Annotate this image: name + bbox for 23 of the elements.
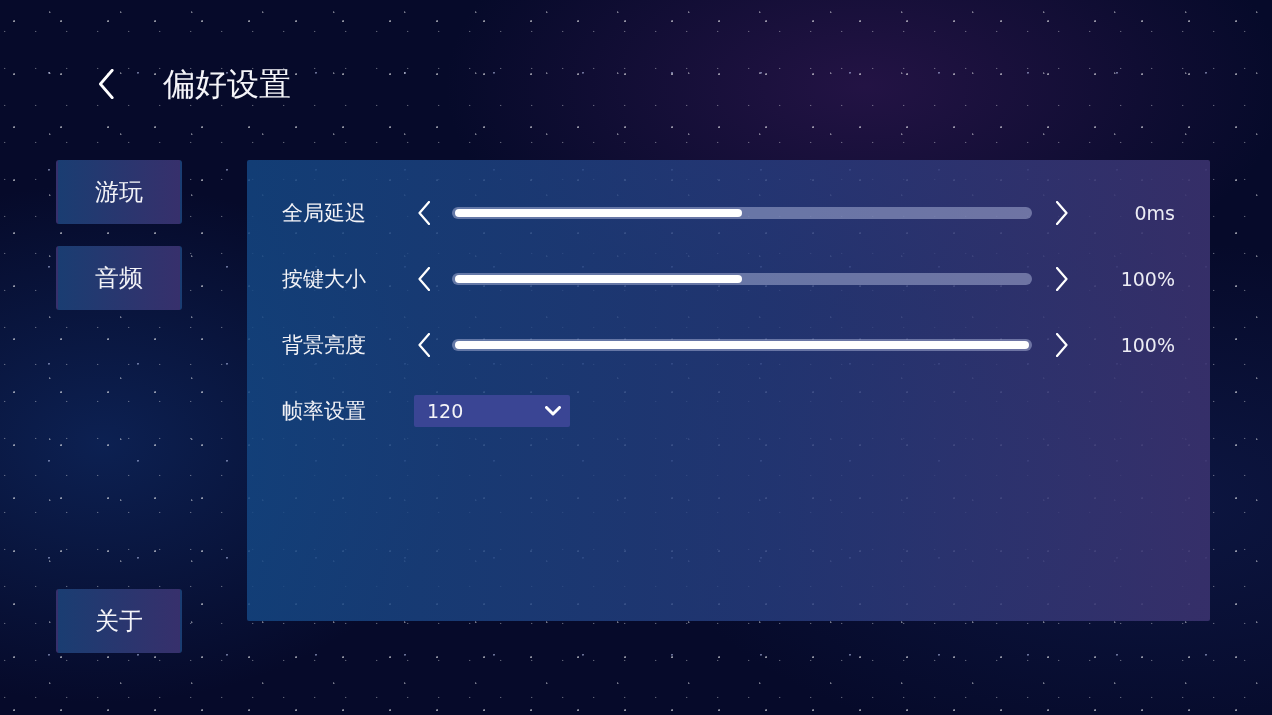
frame-rate-dropdown[interactable]: 120 bbox=[414, 395, 570, 427]
chevron-right-icon bbox=[1056, 333, 1068, 357]
chevron-left-icon bbox=[96, 69, 116, 99]
slider-track[interactable] bbox=[452, 273, 1032, 285]
setting-label: 帧率设置 bbox=[282, 398, 367, 425]
setting-value: 100% bbox=[1119, 268, 1175, 290]
slider-track[interactable] bbox=[452, 207, 1032, 219]
page-title: 偏好设置 bbox=[163, 64, 291, 105]
chevron-left-icon bbox=[418, 201, 430, 225]
chevron-right-icon bbox=[1056, 201, 1068, 225]
chevron-left-icon bbox=[418, 267, 430, 291]
chevron-right-icon bbox=[1056, 267, 1068, 291]
back-button[interactable] bbox=[96, 69, 116, 99]
setting-label: 按键大小 bbox=[282, 266, 367, 293]
setting-value: 100% bbox=[1119, 334, 1175, 356]
sidebar-tab[interactable]: 音频 bbox=[56, 246, 182, 310]
about-button[interactable]: 关于 bbox=[56, 589, 182, 653]
setting-label: 全局延迟 bbox=[282, 200, 367, 227]
chevron-down-icon bbox=[545, 406, 561, 416]
setting-value: 0ms bbox=[1133, 202, 1175, 224]
sidebar-tab[interactable]: 游玩 bbox=[56, 160, 182, 224]
chevron-left-icon bbox=[418, 333, 430, 357]
setting-label: 背景亮度 bbox=[282, 332, 367, 359]
